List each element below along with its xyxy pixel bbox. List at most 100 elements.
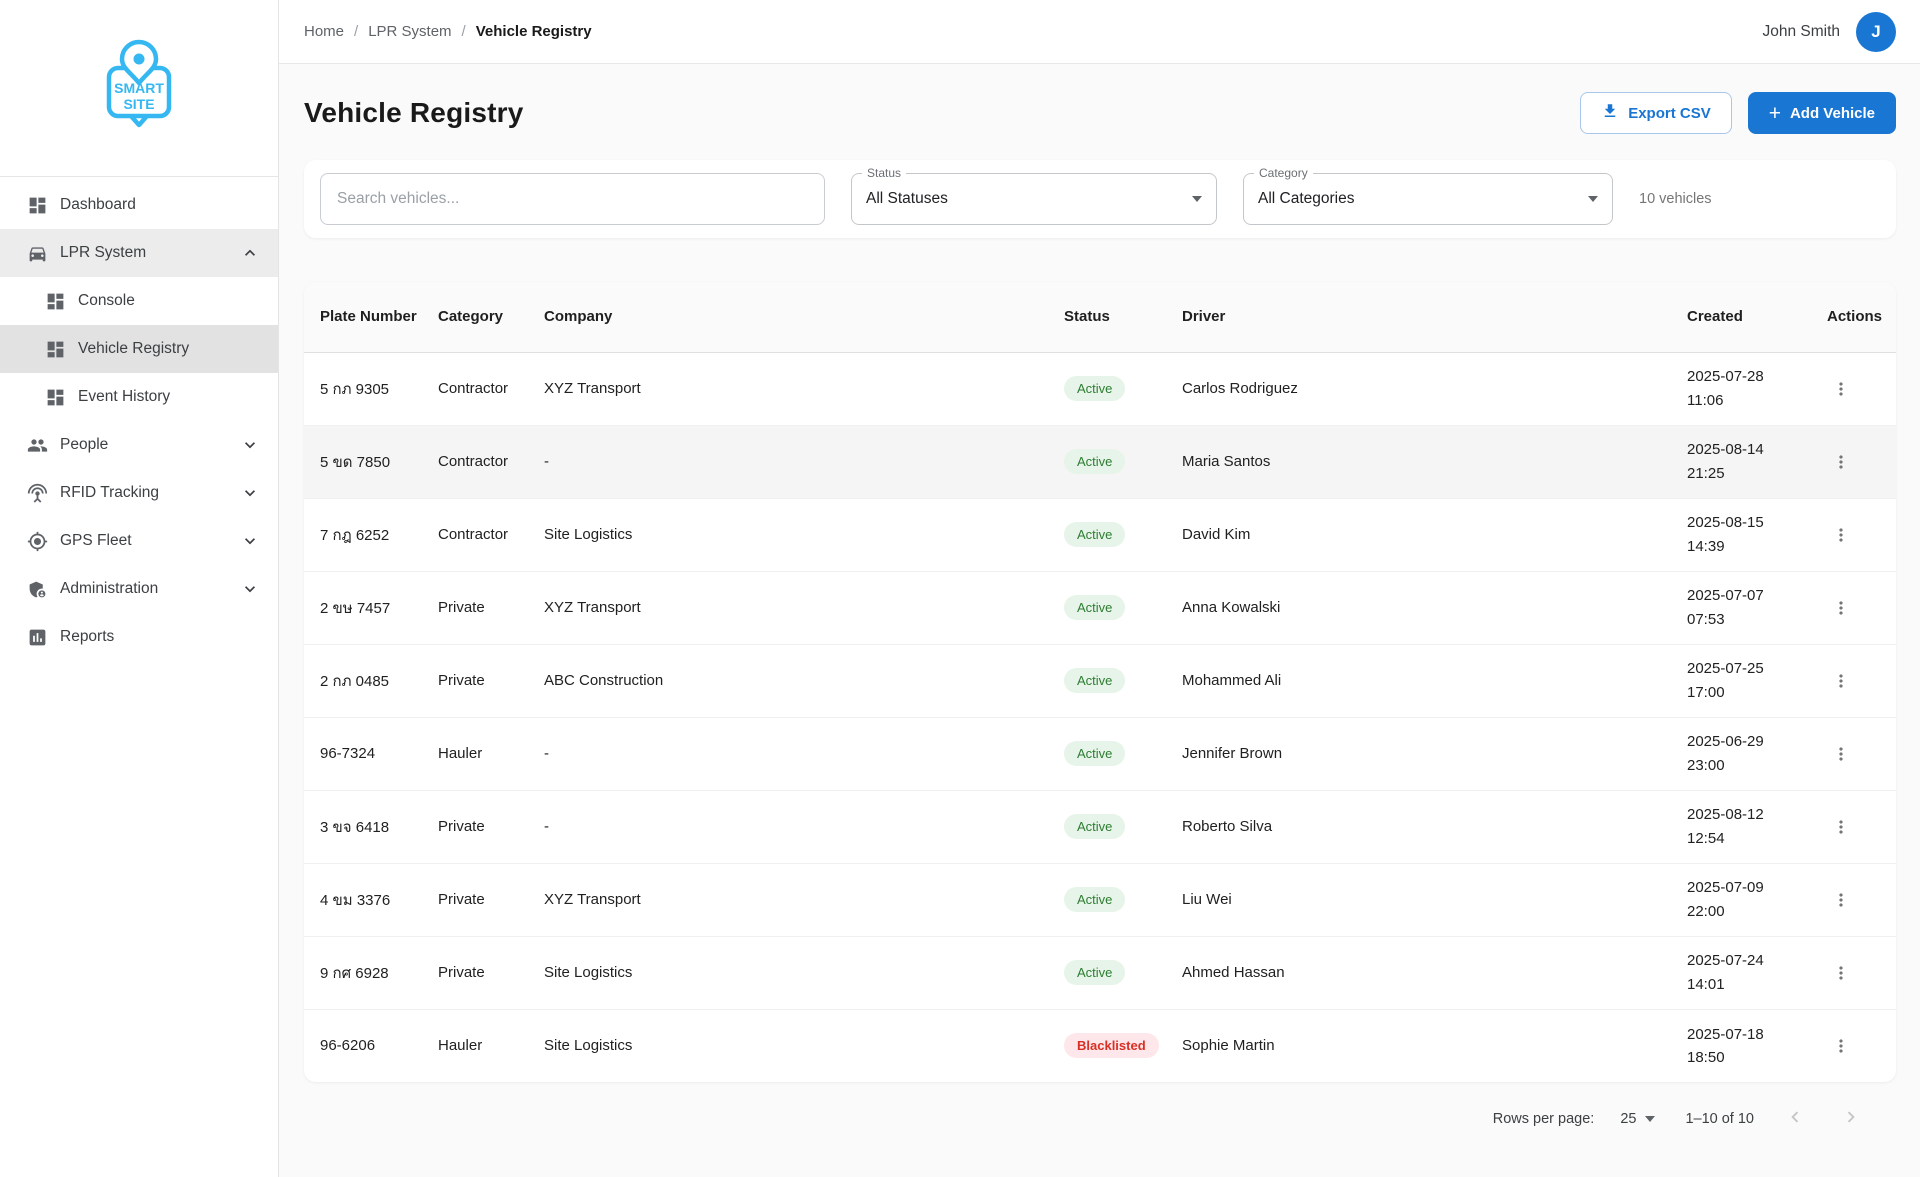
- table-row: 5 ขด 7850 Contractor - Active Maria Sant…: [304, 425, 1896, 498]
- category-select-label: Category: [1254, 166, 1313, 180]
- driver-cell: Maria Santos: [1166, 425, 1671, 498]
- chevron-down-icon: [240, 435, 278, 455]
- row-actions-button[interactable]: [1827, 375, 1855, 403]
- sidebar-item-label: Event History: [78, 388, 170, 406]
- status-badge: Active: [1064, 376, 1125, 401]
- status-badge: Active: [1064, 887, 1125, 912]
- filter-bar: Status All Statuses Category All Categor…: [304, 160, 1896, 238]
- table-row: 9 กศ 6928 Private Site Logistics Active …: [304, 936, 1896, 1009]
- plus-icon: +: [1769, 103, 1781, 124]
- row-actions-button[interactable]: [1827, 667, 1855, 695]
- row-actions-button[interactable]: [1827, 886, 1855, 914]
- breadcrumb-home[interactable]: Home: [304, 23, 344, 40]
- row-actions-button[interactable]: [1827, 813, 1855, 841]
- chevron-down-icon: [240, 531, 278, 551]
- created-cell: 2025-07-09 22:00: [1671, 863, 1811, 936]
- sidebar-item-reports[interactable]: Reports: [0, 613, 278, 661]
- company-cell: Site Logistics: [528, 936, 1048, 1009]
- category-select[interactable]: Category All Categories: [1243, 173, 1613, 225]
- created-cell: 2025-06-29 23:00: [1671, 717, 1811, 790]
- sidebar-item-label: Dashboard: [60, 196, 136, 214]
- category-cell: Contractor: [422, 425, 528, 498]
- download-icon: [1601, 102, 1619, 124]
- chevron-down-icon: [240, 579, 278, 599]
- search-input[interactable]: [320, 173, 825, 225]
- row-actions-button[interactable]: [1827, 448, 1855, 476]
- add-vehicle-button[interactable]: + Add Vehicle: [1748, 92, 1896, 134]
- pagination: Rows per page: 25 1–10 of 10: [304, 1082, 1896, 1135]
- col-header-driver: Driver: [1166, 282, 1671, 352]
- previous-page-button[interactable]: [1780, 1102, 1810, 1135]
- category-cell: Hauler: [422, 717, 528, 790]
- sidebar-item-console[interactable]: Console: [0, 277, 278, 325]
- table-row: 3 ขจ 6418 Private - Active Roberto Silva…: [304, 790, 1896, 863]
- brand-line-2: SITE: [123, 96, 154, 112]
- driver-cell: Jennifer Brown: [1166, 717, 1671, 790]
- status-cell: Active: [1048, 425, 1166, 498]
- sidebar-item-vehicle-registry[interactable]: Vehicle Registry: [0, 325, 278, 373]
- actions-cell: [1811, 717, 1896, 790]
- status-cell: Active: [1048, 498, 1166, 571]
- sidebar-item-administration[interactable]: Administration: [0, 565, 278, 613]
- chevron-down-icon: [1588, 196, 1598, 202]
- row-actions-button[interactable]: [1827, 959, 1855, 987]
- row-actions-button[interactable]: [1827, 1032, 1855, 1060]
- category-cell: Hauler: [422, 1009, 528, 1082]
- page-head: Vehicle Registry Export CSV + Add Vehicl…: [304, 92, 1896, 134]
- antenna-icon: [26, 482, 48, 504]
- dashboard-icon: [26, 194, 48, 216]
- sidebar-item-people[interactable]: People: [0, 421, 278, 469]
- actions-cell: [1811, 425, 1896, 498]
- row-actions-button[interactable]: [1827, 521, 1855, 549]
- vehicles-table-card: Plate Number Category Company Status Dri…: [304, 282, 1896, 1082]
- status-cell: Active: [1048, 571, 1166, 644]
- category-cell: Private: [422, 936, 528, 1009]
- actions-cell: [1811, 498, 1896, 571]
- export-csv-label: Export CSV: [1628, 105, 1711, 122]
- avatar[interactable]: J: [1856, 12, 1896, 52]
- sidebar-item-lpr-system[interactable]: LPR System: [0, 229, 278, 277]
- company-cell: -: [528, 425, 1048, 498]
- row-actions-button[interactable]: [1827, 594, 1855, 622]
- col-header-status: Status: [1048, 282, 1166, 352]
- category-cell: Private: [422, 644, 528, 717]
- smart-site-logo-image: SMART SITE: [100, 38, 178, 138]
- sidebar: SMART SITE Dashboard LPR System: [0, 0, 279, 1177]
- actions-cell: [1811, 644, 1896, 717]
- category-cell: Contractor: [422, 498, 528, 571]
- sidebar-item-dashboard[interactable]: Dashboard: [0, 181, 278, 229]
- rows-per-page-select[interactable]: 25: [1620, 1111, 1655, 1127]
- plate-cell: 4 ขม 3376: [304, 863, 422, 936]
- row-actions-button[interactable]: [1827, 740, 1855, 768]
- add-vehicle-label: Add Vehicle: [1790, 105, 1875, 122]
- next-page-button[interactable]: [1836, 1102, 1866, 1135]
- breadcrumb-lpr-system[interactable]: LPR System: [368, 23, 451, 40]
- sidebar-item-gps-fleet[interactable]: GPS Fleet: [0, 517, 278, 565]
- status-select[interactable]: Status All Statuses: [851, 173, 1217, 225]
- people-icon: [26, 434, 48, 456]
- rows-per-page-label: Rows per page:: [1493, 1111, 1595, 1127]
- car-icon: [26, 242, 48, 264]
- sidebar-item-rfid-tracking[interactable]: RFID Tracking: [0, 469, 278, 517]
- company-cell: XYZ Transport: [528, 863, 1048, 936]
- sidebar-item-label: Vehicle Registry: [78, 340, 189, 358]
- status-badge: Active: [1064, 668, 1125, 693]
- created-cell: 2025-08-15 14:39: [1671, 498, 1811, 571]
- actions-cell: [1811, 863, 1896, 936]
- topbar: Home / LPR System / Vehicle Registry Joh…: [279, 0, 1920, 64]
- status-badge: Active: [1064, 449, 1125, 474]
- smart-site-logo: SMART SITE: [0, 0, 278, 176]
- status-cell: Active: [1048, 352, 1166, 425]
- export-csv-button[interactable]: Export CSV: [1580, 92, 1732, 134]
- status-cell: Active: [1048, 790, 1166, 863]
- dashboard-icon: [44, 386, 66, 408]
- plate-cell: 5 ขด 7850: [304, 425, 422, 498]
- sidebar-item-event-history[interactable]: Event History: [0, 373, 278, 421]
- company-cell: -: [528, 717, 1048, 790]
- driver-cell: Roberto Silva: [1166, 790, 1671, 863]
- status-select-label: Status: [862, 166, 906, 180]
- category-cell: Contractor: [422, 352, 528, 425]
- chevron-up-icon: [240, 243, 278, 263]
- sidebar-item-label: Administration: [60, 580, 158, 598]
- plate-cell: 3 ขจ 6418: [304, 790, 422, 863]
